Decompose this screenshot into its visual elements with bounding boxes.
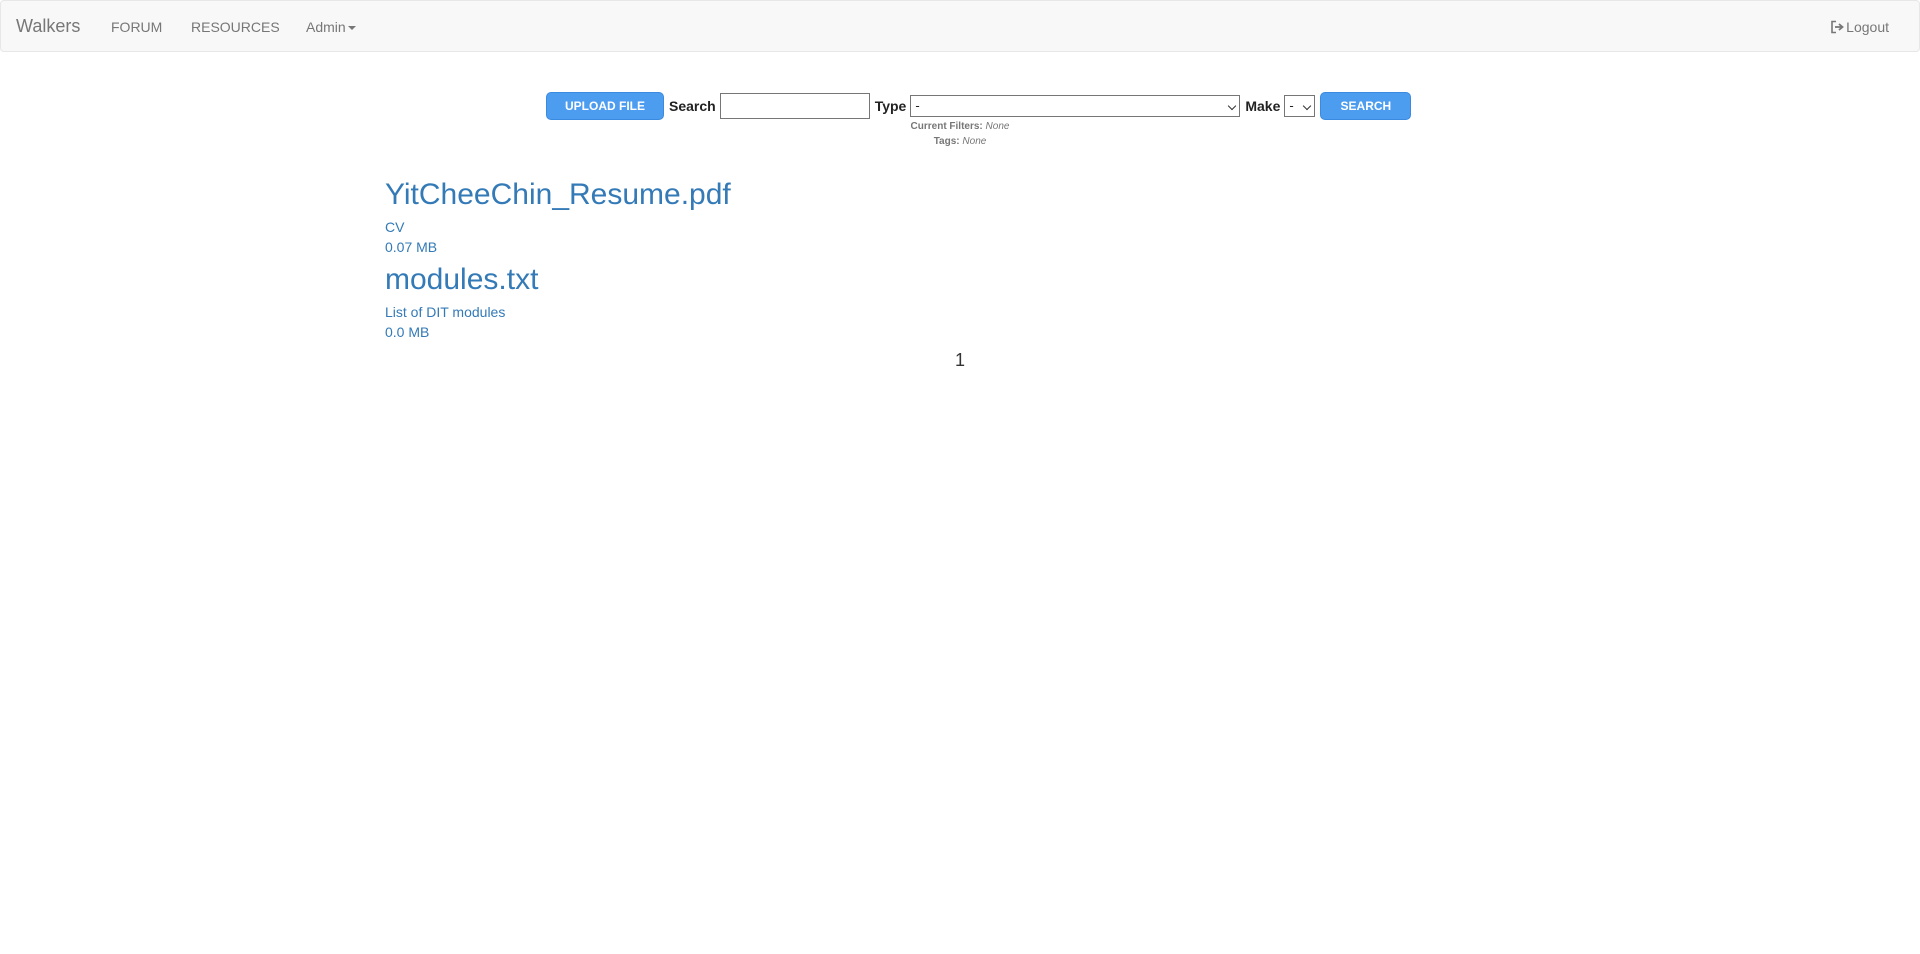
current-filters-line: Current Filters: None <box>860 119 1060 134</box>
pagination-page-1[interactable]: 1 <box>945 350 975 371</box>
navbar: Walkers FORUM RESOURCES Admin Logout <box>0 0 1920 52</box>
make-selected-value: - <box>1289 98 1294 113</box>
chevron-down-icon <box>1303 101 1312 111</box>
file-size: 0.0 MB <box>385 324 430 340</box>
current-filters-label: Current Filters: <box>910 121 983 132</box>
file-title-link[interactable]: YitCheeChin_Resume.pdf <box>385 172 731 217</box>
current-filters-value: None <box>985 121 1010 132</box>
logout-label: Logout <box>1846 19 1889 35</box>
logout-link[interactable]: Logout <box>1830 18 1889 36</box>
brand-link[interactable]: Walkers <box>16 15 80 37</box>
search-button[interactable]: SEARCH <box>1320 92 1412 120</box>
file-size: 0.07 MB <box>385 239 438 255</box>
chevron-down-icon <box>1228 101 1237 111</box>
nav-admin-dropdown[interactable]: Admin <box>306 18 356 36</box>
file-list: YitCheeChin_Resume.pdf CV 0.07 MB module… <box>385 172 731 342</box>
make-label: Make <box>1245 98 1281 114</box>
admin-label: Admin <box>306 19 346 35</box>
file-title-link[interactable]: modules.txt <box>385 257 731 302</box>
nav-forum-link[interactable]: FORUM <box>111 18 162 36</box>
tags-line: Tags: None <box>860 134 1060 149</box>
type-selected-value: - <box>915 98 920 113</box>
file-description: List of DIT modules <box>385 304 506 320</box>
file-description: CV <box>385 219 405 235</box>
nav-resources-link[interactable]: RESOURCES <box>191 18 280 36</box>
tags-value: None <box>962 136 987 147</box>
file-item: modules.txt List of DIT modules 0.0 MB <box>385 257 731 342</box>
file-item: YitCheeChin_Resume.pdf CV 0.07 MB <box>385 172 731 257</box>
caret-down-icon <box>347 26 356 31</box>
filters-summary: Current Filters: None Tags: None <box>860 119 1060 149</box>
logout-icon <box>1831 20 1845 34</box>
type-select[interactable]: - <box>910 95 1241 117</box>
upload-file-button[interactable]: UPLOAD FILE <box>546 92 664 120</box>
search-toolbar: UPLOAD FILE Search Type - Make - SEARCH <box>546 92 1412 120</box>
search-input[interactable] <box>719 93 870 119</box>
type-label: Type <box>874 98 907 114</box>
search-label: Search <box>669 98 716 114</box>
make-select[interactable]: - <box>1284 95 1316 117</box>
tags-label: Tags: <box>933 136 960 147</box>
